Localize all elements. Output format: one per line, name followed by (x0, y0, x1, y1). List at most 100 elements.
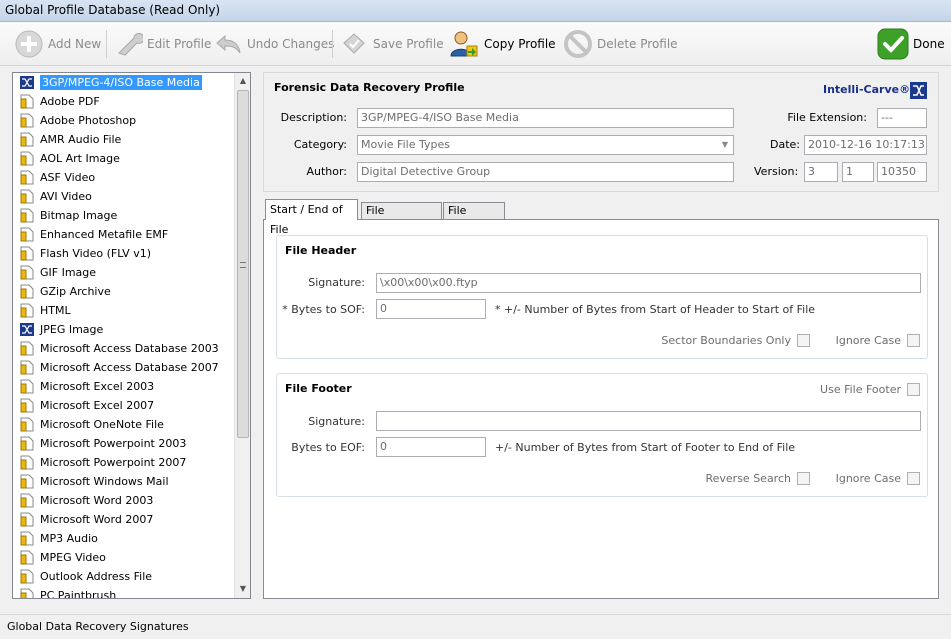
tree-item[interactable]: Microsoft Powerpoint 2003 (13, 434, 235, 453)
tree-item[interactable]: Microsoft Windows Mail (13, 472, 235, 491)
file-profile-icon (20, 246, 34, 261)
tree-item[interactable]: JPEG Image (13, 320, 235, 339)
bytes-to-sof-field[interactable]: 0 (376, 299, 486, 319)
tree-item[interactable]: Microsoft Word 2003 (13, 491, 235, 510)
file-footer-title: File Footer (285, 382, 352, 395)
tree-item[interactable]: AMR Audio File (13, 130, 235, 149)
scroll-down-icon[interactable]: ▼ (238, 584, 248, 594)
tree-item[interactable]: ASF Video (13, 168, 235, 187)
use-file-footer-checkbox[interactable] (907, 383, 920, 396)
status-bar: Global Data Recovery Signatures (0, 614, 951, 639)
tree-item-label: Microsoft Access Database 2007 (40, 361, 219, 374)
author-label: Author: (306, 165, 347, 178)
save-profile-button[interactable]: Save Profile (339, 28, 444, 60)
author-field[interactable]: Digital Detective Group (357, 162, 734, 182)
tree-item[interactable]: Flash Video (FLV v1) (13, 244, 235, 263)
profile-tree-list: 3GP/MPEG-4/ISO Base Media Adobe PDF Adobe … (13, 73, 235, 599)
tab-start-end-of-file[interactable]: Start / End of File (265, 199, 358, 236)
copy-profile-label: Copy Profile (484, 37, 556, 51)
version-major-field[interactable]: 3 (804, 162, 838, 182)
scroll-up-icon[interactable]: ▲ (238, 76, 248, 86)
file-profile-icon (20, 113, 34, 128)
tree-item[interactable]: Microsoft Excel 2007 (13, 396, 235, 415)
version-label: Version: (754, 165, 799, 178)
tree-item[interactable]: Microsoft Access Database 2007 (13, 358, 235, 377)
tree-item-label: Adobe Photoshop (40, 114, 137, 127)
intellicarve-profile-icon (20, 323, 34, 336)
tree-item[interactable]: Microsoft Powerpoint 2007 (13, 453, 235, 472)
tree-item-label: AOL Art Image (40, 152, 120, 165)
category-select[interactable]: Movie File Types ▼ (357, 135, 734, 155)
file-profile-icon (20, 588, 34, 598)
date-field[interactable]: 2010-12-16 10:17:13 (804, 135, 927, 155)
file-profile-icon (20, 493, 34, 508)
tree-item[interactable]: Bitmap Image (13, 206, 235, 225)
undo-changes-button[interactable]: Undo Changes (213, 28, 334, 60)
tree-item[interactable]: AOL Art Image (13, 149, 235, 168)
tree-item[interactable]: 3GP/MPEG-4/ISO Base Media (13, 73, 235, 92)
tree-item-label: 3GP/MPEG-4/ISO Base Media (40, 75, 202, 90)
toolbar-separator (332, 30, 333, 58)
tree-item[interactable]: MPEG Video (13, 548, 235, 567)
tree-item[interactable]: Microsoft Excel 2003 (13, 377, 235, 396)
version-build-field[interactable]: 10350 (877, 162, 927, 182)
tree-item-label: MPEG Video (40, 551, 106, 564)
tree-item[interactable]: GIF Image (13, 263, 235, 282)
tree-item-label: Microsoft Access Database 2003 (40, 342, 219, 355)
scroll-thumb[interactable] (237, 90, 249, 438)
delete-profile-button[interactable]: Delete Profile (563, 28, 678, 60)
tab-file-length[interactable]: File Length (443, 202, 505, 233)
profile-tree[interactable]: 3GP/MPEG-4/ISO Base Media Adobe PDF Adobe … (12, 72, 251, 599)
add-new-button[interactable]: Add New (14, 28, 101, 60)
tree-item[interactable]: Microsoft OneNote File (13, 415, 235, 434)
file-profile-icon (20, 531, 34, 546)
file-extension-field[interactable]: --- (877, 108, 927, 128)
sector-boundaries-checkbox[interactable] (797, 334, 810, 347)
tree-item[interactable]: GZip Archive (13, 282, 235, 301)
version-minor-field[interactable]: 1 (842, 162, 874, 182)
bytes-to-eof-field[interactable]: 0 (376, 437, 486, 457)
tree-item[interactable]: Adobe Photoshop (13, 111, 235, 130)
tree-item[interactable]: MP3 Audio (13, 529, 235, 548)
date-label: Date: (770, 138, 800, 151)
copy-profile-button[interactable]: Copy Profile (448, 28, 556, 60)
bytes-to-eof-label: Bytes to EOF: (291, 441, 365, 454)
user-copy-icon (450, 31, 478, 57)
file-header-title: File Header (285, 244, 357, 257)
file-profile-icon (20, 303, 34, 318)
tree-item-label: Bitmap Image (40, 209, 118, 222)
footer-signature-field[interactable] (376, 411, 921, 431)
tab-file-landmarks[interactable]: File Landmarks (361, 202, 442, 233)
tree-scrollbar[interactable]: ▲ ▼ (234, 73, 250, 598)
tree-item[interactable]: Microsoft Access Database 2003 (13, 339, 235, 358)
header-ignore-case-checkbox[interactable] (907, 334, 920, 347)
footer-ignore-case-checkbox[interactable] (907, 472, 920, 485)
header-ignore-case-label: Ignore Case (835, 334, 901, 347)
tree-item-label: PC Paintbrush (40, 589, 117, 599)
done-label: Done (913, 37, 945, 51)
header-signature-field[interactable]: \x00\x00\x00.ftyp (376, 273, 921, 293)
tree-item-label: Microsoft OneNote File (40, 418, 164, 431)
category-value: Movie File Types (361, 138, 450, 151)
tree-item[interactable]: Adobe PDF (13, 92, 235, 111)
edit-profile-button[interactable]: Edit Profile (113, 28, 211, 60)
file-profile-icon (20, 227, 34, 242)
tree-item[interactable]: Microsoft Word 2007 (13, 510, 235, 529)
description-field[interactable]: 3GP/MPEG-4/ISO Base Media (357, 108, 734, 128)
tree-item-label: Microsoft Word 2007 (40, 513, 154, 526)
done-button[interactable]: Done (877, 28, 945, 60)
tree-item[interactable]: AVI Video (13, 187, 235, 206)
file-profile-icon (20, 189, 34, 204)
check-icon (877, 28, 909, 60)
reverse-search-checkbox[interactable] (797, 472, 810, 485)
category-label: Category: (293, 138, 347, 151)
tree-item[interactable]: PC Paintbrush (13, 586, 235, 599)
add-new-label: Add New (48, 37, 102, 51)
tree-item-label: Outlook Address File (40, 570, 153, 583)
window-title: Global Profile Database (Read Only) (0, 0, 951, 22)
tree-item[interactable]: Outlook Address File (13, 567, 235, 586)
tree-item[interactable]: Enhanced Metafile EMF (13, 225, 235, 244)
tree-item-label: AMR Audio File (40, 133, 122, 146)
file-profile-icon (20, 170, 34, 185)
tree-item[interactable]: HTML (13, 301, 235, 320)
